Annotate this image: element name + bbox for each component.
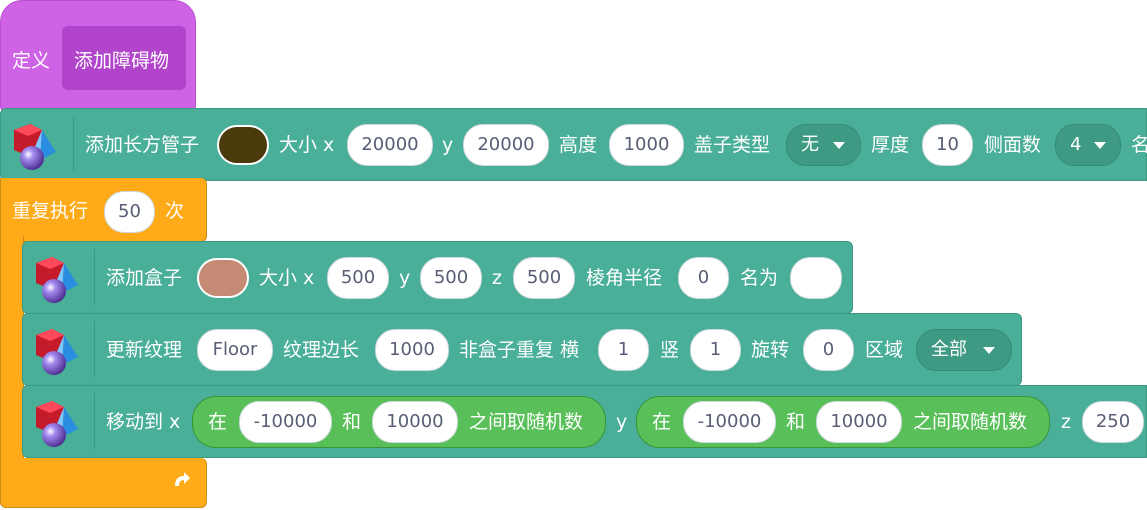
tube-sides-dropdown[interactable]: 4: [1055, 124, 1121, 166]
texture-v-input[interactable]: 1: [690, 329, 741, 371]
repeat-suffix: 次: [165, 200, 185, 222]
tube-cap-value: 无: [801, 134, 819, 155]
repeat-label: 重复执行: [12, 200, 89, 222]
box-size-label: 大小 x: [259, 267, 315, 289]
texture-nonbox-label: 非盒子重复 横: [459, 339, 580, 361]
random-x-and: 和: [342, 411, 362, 433]
separator: [94, 249, 95, 305]
tube-cap-dropdown[interactable]: 无: [786, 124, 861, 166]
texture-v-label: 竖: [660, 339, 680, 361]
move-z-input[interactable]: 250: [1082, 401, 1144, 443]
random-y-and: 和: [786, 411, 806, 433]
chevron-down-icon: [983, 347, 995, 354]
tube-sides-label: 侧面数: [984, 134, 1042, 156]
box-y-label: y: [399, 267, 411, 289]
box-radius-input[interactable]: 0: [678, 257, 729, 299]
custom-block-name: 添加障碍物: [74, 50, 170, 72]
texture-name-input[interactable]: Floor: [197, 329, 273, 371]
tube-sides-value: 4: [1070, 134, 1082, 155]
random-x-to-input[interactable]: 10000: [372, 401, 458, 443]
chevron-down-icon: [1094, 142, 1106, 149]
tube-height-input[interactable]: 1000: [609, 124, 684, 166]
texture-area-dropdown[interactable]: 全部: [916, 329, 1012, 371]
3d-shapes-icon: [36, 329, 78, 375]
texture-rot-label: 旋转: [751, 339, 790, 361]
box-y-input[interactable]: 500: [420, 257, 482, 299]
texture-area-value: 全部: [931, 339, 967, 360]
tube-name-label: 名: [1131, 134, 1147, 156]
texture-edge-input[interactable]: 1000: [375, 329, 449, 371]
box-z-label: z: [492, 267, 502, 289]
random-y-between: 在: [652, 411, 672, 433]
3d-shapes-icon: [36, 401, 78, 447]
3d-shapes-icon: [14, 124, 56, 170]
box-label: 添加盒子: [106, 267, 183, 289]
move-z-label: z: [1061, 411, 1071, 433]
separator: [94, 393, 95, 449]
random-y-from-input[interactable]: -10000: [683, 401, 776, 443]
box-name-input[interactable]: [790, 257, 842, 299]
tube-thickness-label: 厚度: [871, 134, 910, 156]
tube-y-label: y: [442, 134, 454, 156]
tube-size-label: 大小 x: [279, 134, 335, 156]
random-y-to-input[interactable]: 10000: [816, 401, 902, 443]
separator: [73, 116, 74, 172]
random-x-suffix: 之间取随机数: [469, 411, 584, 433]
random-y-suffix: 之间取随机数: [913, 411, 1028, 433]
random-x-between: 在: [208, 411, 228, 433]
3d-shapes-icon: [36, 257, 78, 303]
tube-x-input[interactable]: 20000: [347, 124, 433, 166]
box-radius-label: 棱角半径: [586, 267, 663, 289]
move-y-label: y: [616, 411, 628, 433]
tube-height-label: 高度: [559, 134, 598, 156]
box-color-swatch[interactable]: [197, 258, 249, 298]
texture-h-input[interactable]: 1: [598, 329, 649, 371]
tube-thickness-input[interactable]: 10: [922, 124, 973, 166]
box-x-input[interactable]: 500: [327, 257, 389, 299]
define-label: 定义: [12, 50, 51, 72]
random-x-from-input[interactable]: -10000: [239, 401, 332, 443]
texture-edge-label: 纹理边长: [283, 339, 360, 361]
repeat-block-arm: [0, 236, 24, 466]
box-name-label: 名为: [740, 267, 779, 289]
tube-y-input[interactable]: 20000: [463, 124, 549, 166]
tube-label: 添加长方管子: [85, 134, 200, 156]
texture-label: 更新纹理: [106, 339, 183, 361]
box-z-input[interactable]: 500: [513, 257, 575, 299]
texture-area-label: 区域: [865, 339, 904, 361]
move-label: 移动到 x: [106, 411, 181, 433]
separator: [94, 321, 95, 377]
loop-arrow-icon: [175, 472, 190, 486]
tube-cap-label: 盖子类型: [694, 134, 771, 156]
chevron-down-icon: [833, 142, 845, 149]
texture-rot-input[interactable]: 0: [803, 329, 854, 371]
repeat-count-input[interactable]: 50: [104, 191, 155, 233]
tube-color-swatch[interactable]: [217, 125, 269, 165]
